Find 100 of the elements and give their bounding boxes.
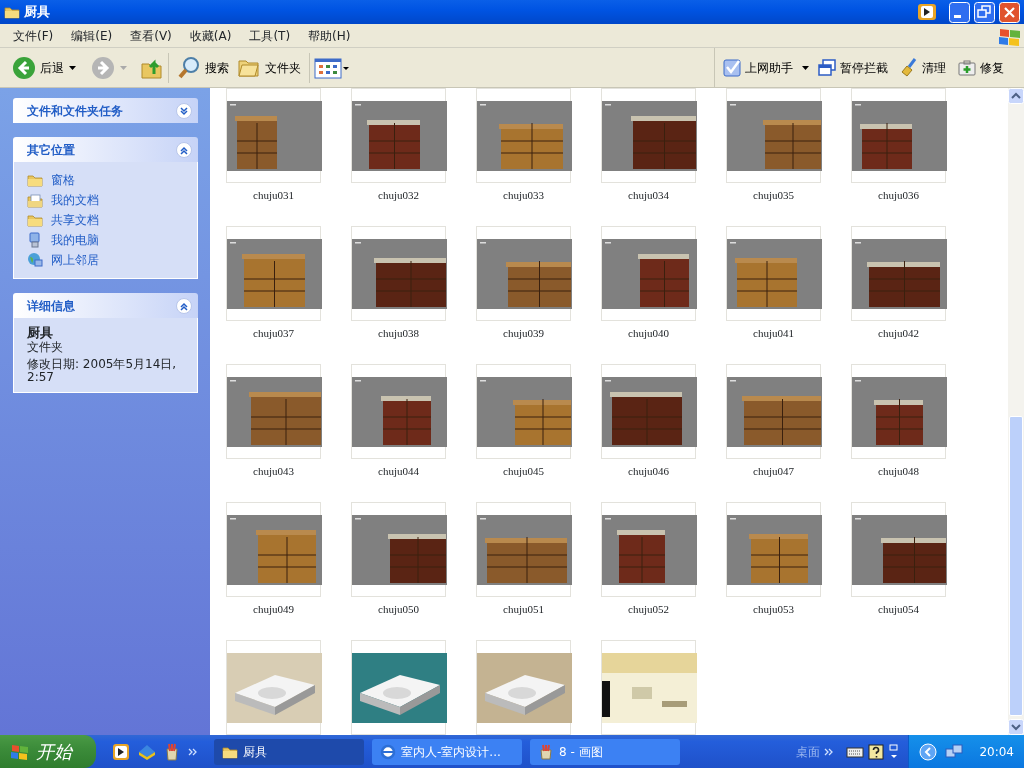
search-button[interactable]: 搜索 [173, 53, 233, 82]
folder-icon [27, 212, 43, 228]
desktop-icon[interactable] [138, 742, 156, 761]
menu-item[interactable]: 文件(F) [4, 26, 63, 45]
back-button[interactable]: 后退 [8, 53, 68, 82]
thumbnail[interactable] [726, 502, 821, 597]
close-button[interactable] [999, 1, 1020, 23]
taskbar-button[interactable]: 厨具 [214, 738, 364, 765]
file-name: chuju034 [627, 188, 670, 201]
file-name: chuju044 [377, 464, 420, 477]
dropdown-arrow-icon[interactable] [68, 64, 77, 71]
file-name: chuju035 [752, 188, 795, 201]
paint-icon[interactable] [164, 742, 180, 761]
restore-button[interactable] [974, 1, 995, 23]
thumbnail[interactable] [601, 364, 696, 459]
thumbnail[interactable] [476, 226, 571, 321]
file-name: chuju053 [752, 602, 795, 615]
folders-button[interactable]: 文件夹 [233, 53, 305, 82]
menu-item[interactable]: 查看(V) [121, 26, 181, 45]
expand-button[interactable] [176, 102, 192, 119]
scroll-down-button[interactable] [1008, 719, 1024, 735]
thumbnail[interactable] [601, 640, 696, 735]
toolbar-button[interactable]: 清理 [896, 56, 950, 79]
thumbnail[interactable] [476, 502, 571, 597]
network-icon [27, 252, 43, 268]
scrollbar-thumb[interactable] [1009, 416, 1023, 716]
chevron-icon[interactable] [824, 746, 835, 757]
thumbnail[interactable] [726, 88, 821, 183]
broom-icon [900, 58, 918, 77]
place-link[interactable]: 窗格 [51, 170, 75, 190]
thumbnail[interactable] [226, 640, 321, 735]
language-bar-icon[interactable] [888, 742, 901, 761]
dropdown-arrow-icon[interactable] [801, 64, 810, 71]
chevron-icon[interactable] [188, 746, 198, 757]
toolbar-button[interactable]: 修复 [954, 56, 1008, 79]
file-name: chuju050 [377, 602, 420, 615]
thumbnail[interactable] [476, 640, 571, 735]
thumbnail[interactable] [226, 364, 321, 459]
thumbnail[interactable] [351, 502, 446, 597]
media-player-icon[interactable] [112, 742, 130, 761]
thumbnail[interactable] [851, 226, 946, 321]
computer-icon [27, 232, 43, 248]
start-button[interactable]: 开始 [0, 735, 96, 768]
toolbar-button[interactable]: 暂停拦截 [814, 56, 892, 79]
folder-type: 文件夹 [27, 340, 64, 354]
file-name: chuju047 [752, 464, 795, 477]
media-player-icon [917, 3, 937, 21]
toolbar-button[interactable]: 上网助手 [719, 56, 797, 79]
file-name: chuju041 [752, 326, 795, 339]
collapse-button[interactable] [176, 297, 192, 314]
place-link[interactable]: 我的文档 [51, 190, 99, 210]
file-name: chuju037 [252, 326, 295, 339]
thumbnail[interactable] [226, 226, 321, 321]
thumbnail[interactable] [476, 88, 571, 183]
place-link[interactable]: 我的电脑 [51, 230, 99, 250]
panel-title[interactable]: 其它位置 [27, 140, 75, 159]
network-icon[interactable] [945, 742, 964, 761]
documents-icon [27, 192, 43, 208]
thumbnail[interactable] [351, 640, 446, 735]
collapse-button[interactable] [176, 141, 192, 158]
scroll-up-button[interactable] [1008, 88, 1024, 104]
thumbnail[interactable] [601, 88, 696, 183]
thumbnail[interactable] [851, 502, 946, 597]
thumbnail[interactable] [726, 364, 821, 459]
windows-icon [818, 58, 836, 77]
place-link[interactable]: 共享文档 [51, 210, 99, 230]
file-name: chuju042 [877, 326, 920, 339]
modified-date: 修改日期: 2005年5月14日, 2:57 [27, 358, 177, 384]
thumbnail[interactable] [851, 88, 946, 183]
file-name: chuju054 [877, 602, 920, 615]
folder-name: 厨具 [27, 326, 54, 340]
paint-icon [538, 743, 554, 760]
place-link[interactable]: 网上邻居 [51, 250, 99, 270]
thumbnail[interactable] [226, 502, 321, 597]
menu-item[interactable]: 工具(T) [240, 26, 300, 45]
thumbnail[interactable] [601, 226, 696, 321]
taskbar-button[interactable]: 8 - 画图 [530, 738, 680, 765]
folder-icon [27, 172, 43, 188]
file-name: chuju046 [627, 464, 670, 477]
thumbnail[interactable] [601, 502, 696, 597]
menu-item[interactable]: 编辑(E) [62, 26, 122, 45]
thumbnail[interactable] [351, 88, 446, 183]
views-button[interactable] [314, 56, 350, 79]
browser-icon [380, 743, 396, 760]
show-hidden-icons-button[interactable] [919, 742, 938, 761]
menu-item[interactable]: 收藏(A) [180, 26, 241, 45]
panel-title[interactable]: 详细信息 [27, 296, 75, 315]
menu-item[interactable]: 帮助(H) [299, 26, 360, 45]
help-icon[interactable] [868, 743, 885, 760]
file-name: chuju045 [502, 464, 545, 477]
taskbar-button[interactable]: 室内人-室内设计... [372, 738, 522, 765]
file-name: chuju031 [252, 188, 295, 201]
thumbnail[interactable] [351, 226, 446, 321]
minimize-button[interactable] [949, 1, 970, 23]
thumbnail[interactable] [851, 364, 946, 459]
thumbnail[interactable] [476, 364, 571, 459]
thumbnail[interactable] [726, 226, 821, 321]
thumbnail[interactable] [226, 88, 321, 183]
keyboard-icon[interactable] [846, 745, 865, 758]
thumbnail[interactable] [351, 364, 446, 459]
